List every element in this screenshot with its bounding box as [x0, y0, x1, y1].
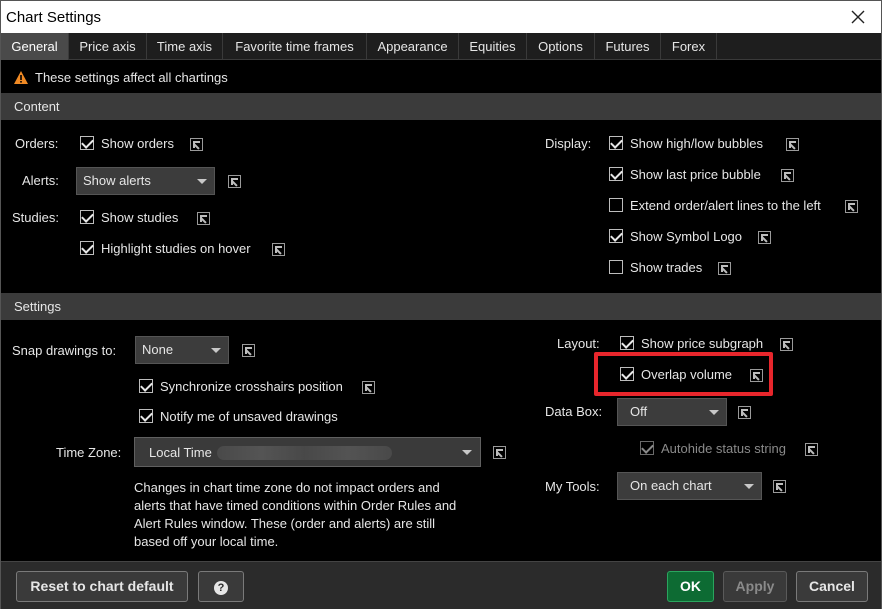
extend-order-alert-lines-checkbox[interactable] — [609, 198, 623, 212]
orders-label: Orders: — [15, 136, 59, 151]
show-high-low-bubbles-pin-icon[interactable] — [786, 138, 799, 151]
chart-settings-dialog: Chart Settings General Price axis Time a… — [0, 0, 882, 609]
layout-label: Layout: — [557, 336, 600, 351]
notify-unsaved-checkbox[interactable] — [139, 409, 153, 423]
tab-time-axis[interactable]: Time axis — [147, 33, 223, 60]
time-zone-pin-icon[interactable] — [493, 446, 506, 459]
show-trades-label: Show trades — [630, 260, 703, 275]
display-label: Display: — [545, 136, 592, 151]
chevron-down-icon — [462, 450, 472, 455]
alerts-dropdown[interactable]: Show alerts — [76, 167, 215, 195]
chevron-down-icon — [744, 484, 754, 489]
show-symbol-logo-label: Show Symbol Logo — [630, 229, 743, 244]
show-trades-checkbox[interactable] — [609, 260, 623, 274]
cancel-button[interactable]: Cancel — [796, 571, 868, 602]
tab-futures[interactable]: Futures — [595, 33, 661, 60]
time-zone-dropdown[interactable]: Local Time — [134, 437, 481, 467]
show-orders-checkbox[interactable] — [80, 136, 94, 150]
time-zone-note: Changes in chart time zone do not impact… — [134, 480, 457, 549]
settings-section-header: Settings — [1, 293, 881, 320]
show-last-price-bubble-checkbox[interactable] — [609, 167, 623, 181]
data-box-value: Off — [630, 404, 648, 419]
notify-unsaved-label: Notify me of unsaved drawings — [160, 409, 338, 424]
highlight-studies-label: Highlight studies on hover — [101, 241, 251, 256]
sync-crosshairs-pin-icon[interactable] — [362, 381, 375, 394]
show-orders-label: Show orders — [101, 136, 174, 151]
warning-icon — [13, 70, 29, 85]
show-price-subgraph-label: Show price subgraph — [641, 336, 764, 351]
alerts-dropdown-value: Show alerts — [83, 173, 151, 188]
ok-button[interactable]: OK — [667, 571, 714, 602]
show-symbol-logo-checkbox[interactable] — [609, 229, 623, 243]
my-tools-label: My Tools: — [545, 479, 600, 494]
snap-drawings-dropdown[interactable]: None — [135, 336, 229, 364]
overlap-volume-highlight — [594, 352, 773, 396]
apply-button[interactable]: Apply — [723, 571, 787, 602]
tab-forex[interactable]: Forex — [661, 33, 717, 60]
snap-drawings-label: Snap drawings to: — [12, 343, 117, 358]
autohide-status-checkbox[interactable] — [640, 441, 654, 455]
tab-equities[interactable]: Equities — [459, 33, 527, 60]
tab-price-axis[interactable]: Price axis — [69, 33, 147, 60]
autohide-status-pin-icon[interactable] — [805, 443, 818, 456]
extend-order-alert-lines-label: Extend order/alert lines to the left — [630, 198, 821, 213]
chevron-down-icon — [211, 348, 221, 353]
extend-order-alert-lines-pin-icon[interactable] — [845, 200, 858, 213]
autohide-status-label: Autohide status string — [661, 441, 787, 456]
content-section-header: Content — [1, 93, 881, 120]
dialog-footer: Reset to chart default ? OK Apply Cancel — [1, 561, 881, 609]
window-title: Chart Settings — [6, 9, 102, 26]
alerts-pin-icon[interactable] — [228, 175, 241, 188]
warning-text: These settings affect all chartings — [35, 69, 228, 85]
reset-to-default-button[interactable]: Reset to chart default — [16, 571, 188, 602]
show-last-price-bubble-label: Show last price bubble — [630, 167, 761, 182]
help-icon: ? — [214, 581, 228, 595]
highlight-studies-pin-icon[interactable] — [272, 243, 285, 256]
show-price-subgraph-checkbox[interactable] — [620, 336, 634, 350]
tab-favorite-time-frames[interactable]: Favorite time frames — [223, 33, 367, 60]
show-studies-checkbox[interactable] — [80, 210, 94, 224]
my-tools-dropdown[interactable]: On each chart — [617, 472, 762, 500]
show-studies-label: Show studies — [101, 210, 179, 225]
show-high-low-bubbles-checkbox[interactable] — [609, 136, 623, 150]
alerts-label: Alerts: — [22, 173, 59, 188]
highlight-studies-checkbox[interactable] — [80, 241, 94, 255]
show-symbol-logo-pin-icon[interactable] — [758, 231, 771, 244]
data-box-label: Data Box: — [545, 404, 603, 419]
close-icon[interactable] — [847, 6, 869, 28]
time-zone-value: Local Time — [149, 445, 212, 460]
studies-label: Studies: — [12, 210, 59, 225]
show-price-subgraph-pin-icon[interactable] — [780, 338, 793, 351]
sync-crosshairs-label: Synchronize crosshairs position — [160, 379, 343, 394]
show-high-low-bubbles-label: Show high/low bubbles — [630, 136, 763, 151]
time-zone-label: Time Zone: — [56, 445, 122, 460]
title-bar: Chart Settings — [1, 1, 881, 33]
chevron-down-icon — [709, 410, 719, 415]
show-trades-pin-icon[interactable] — [718, 262, 731, 275]
data-box-pin-icon[interactable] — [738, 406, 751, 419]
tab-bar: General Price axis Time axis Favorite ti… — [1, 33, 881, 60]
tab-appearance[interactable]: Appearance — [367, 33, 459, 60]
data-box-dropdown[interactable]: Off — [617, 398, 727, 426]
show-last-price-bubble-pin-icon[interactable] — [781, 169, 794, 182]
help-button[interactable]: ? — [198, 571, 244, 602]
tab-options[interactable]: Options — [527, 33, 595, 60]
time-zone-redacted — [217, 446, 392, 460]
my-tools-pin-icon[interactable] — [773, 480, 786, 493]
warning-message: These settings affect all chartings — [13, 68, 228, 86]
snap-drawings-pin-icon[interactable] — [242, 344, 255, 357]
snap-drawings-value: None — [142, 342, 174, 357]
sync-crosshairs-checkbox[interactable] — [139, 379, 153, 393]
tab-general[interactable]: General — [1, 33, 69, 60]
chevron-down-icon — [197, 179, 207, 184]
my-tools-value: On each chart — [630, 478, 712, 493]
show-orders-pin-icon[interactable] — [190, 138, 203, 151]
show-studies-pin-icon[interactable] — [197, 212, 210, 225]
